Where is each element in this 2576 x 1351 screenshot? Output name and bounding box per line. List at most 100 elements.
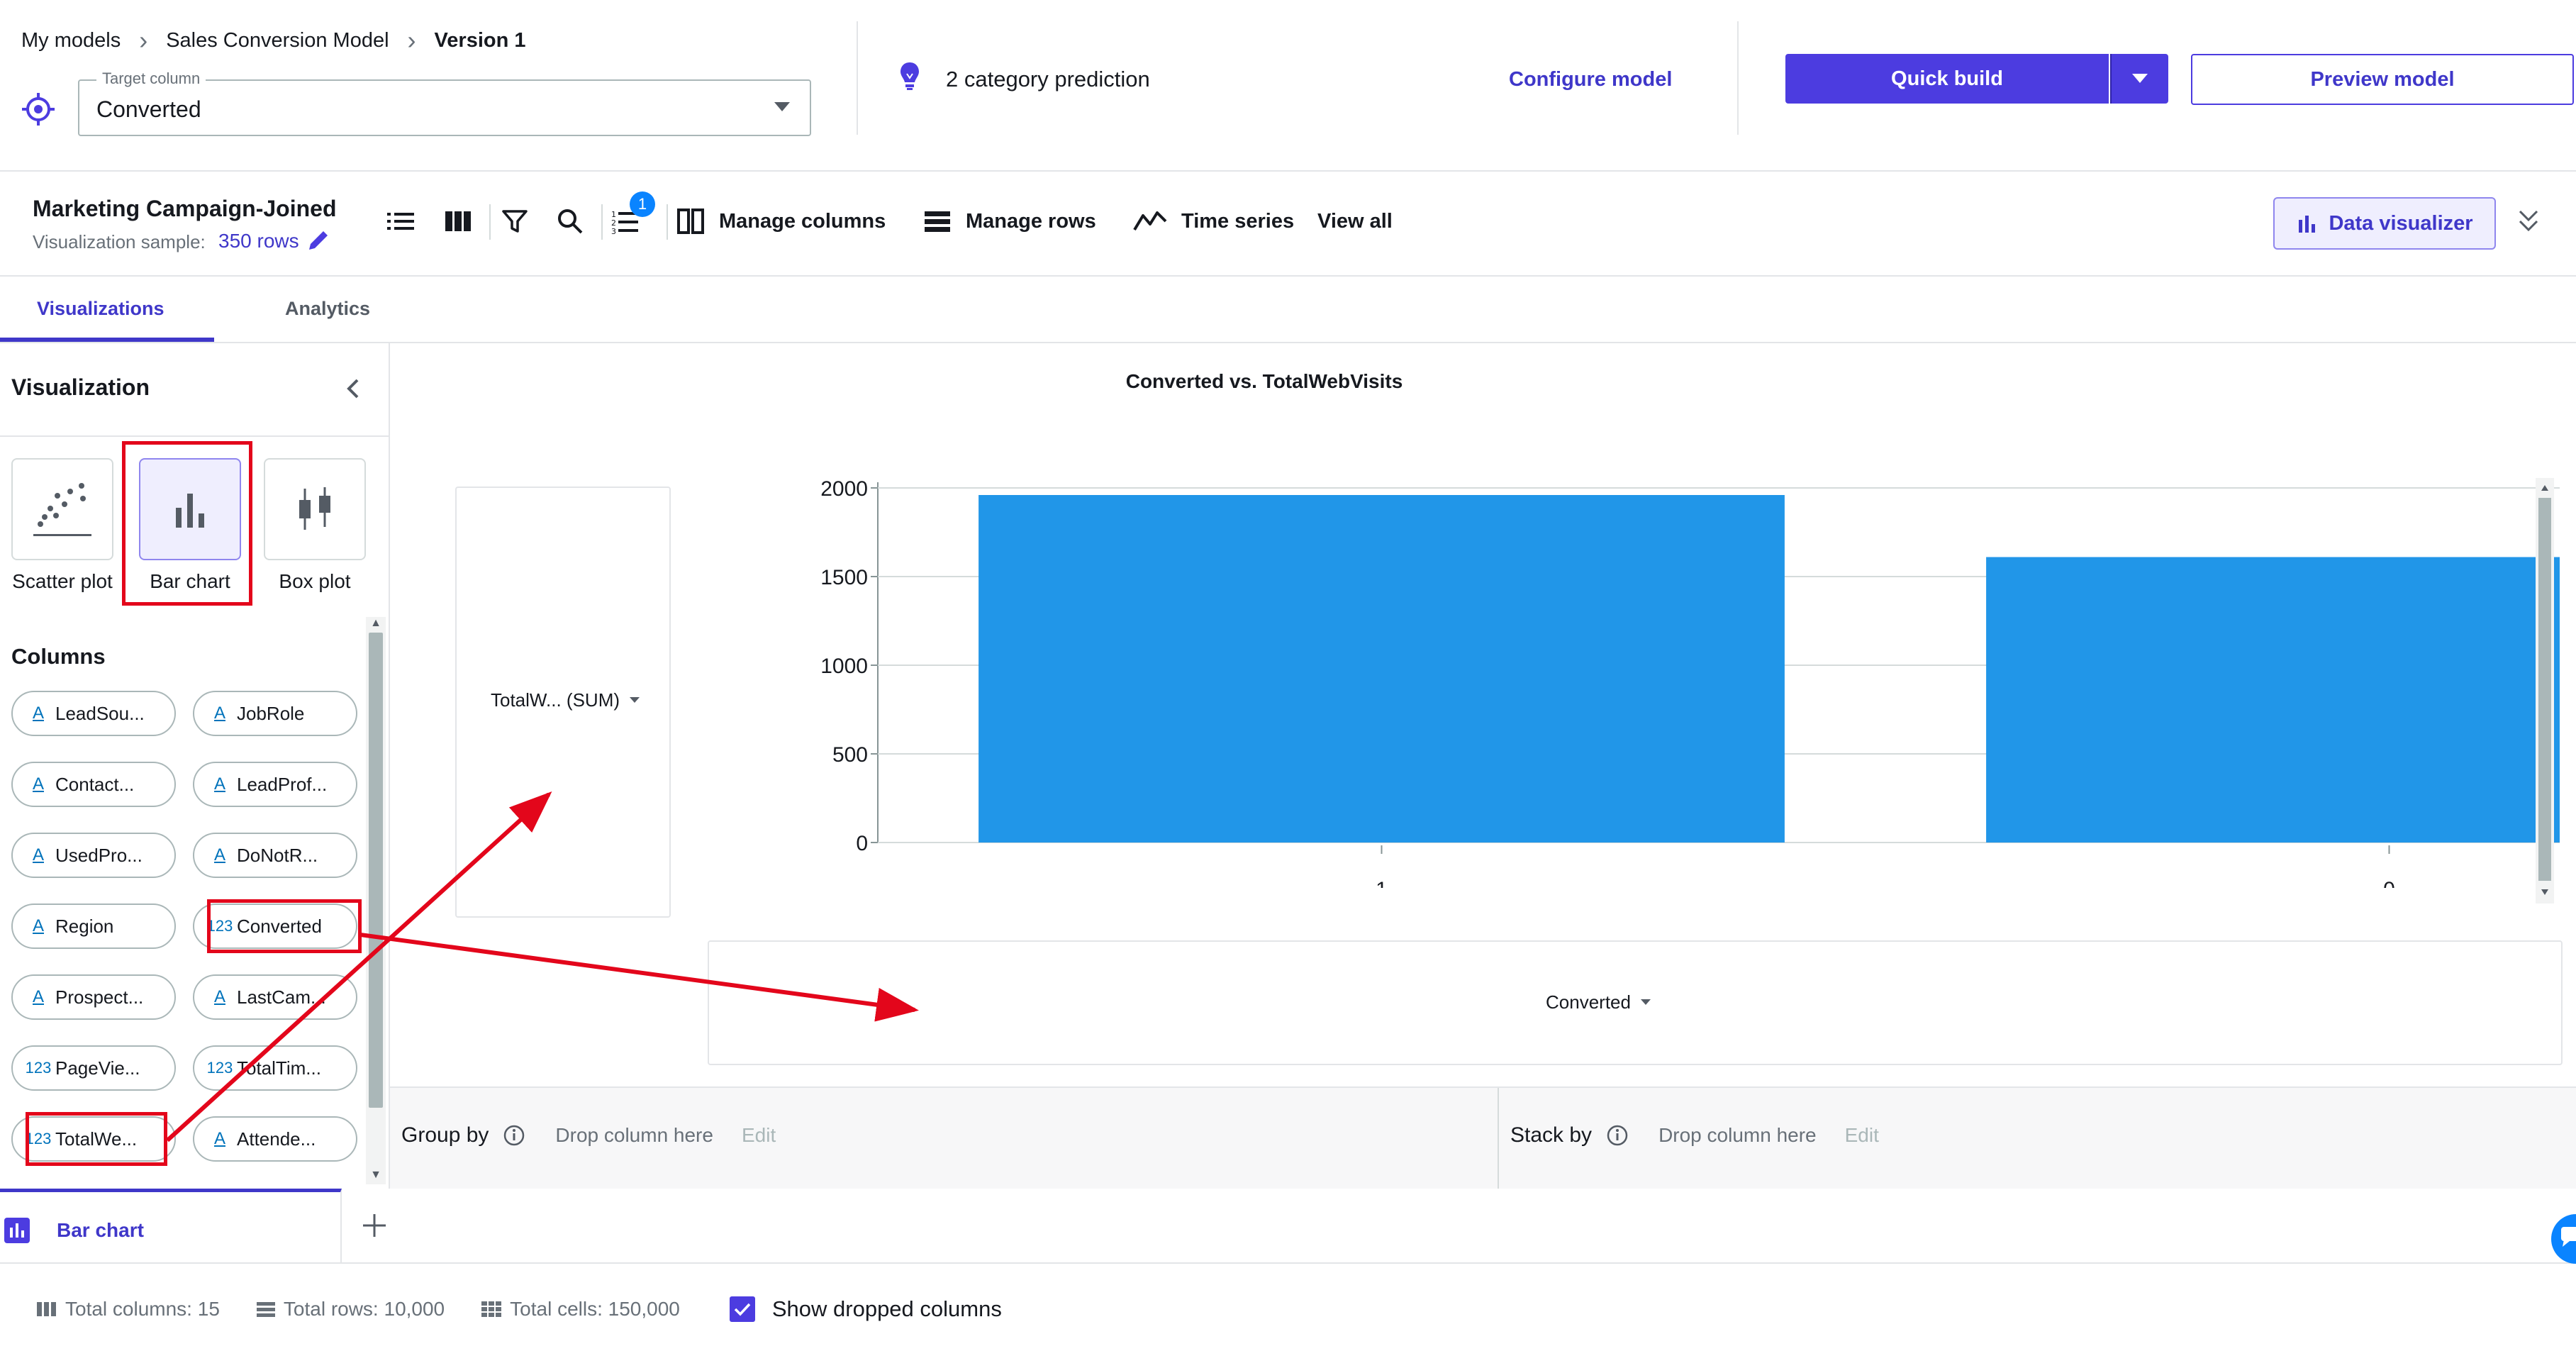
manage-rows-button[interactable]: Manage rows — [923, 207, 1096, 235]
dataset-summary-footer: Total columns: 15 Total rows: 10,000 Tot… — [35, 1296, 1002, 1322]
text-type-icon: A — [213, 845, 225, 864]
breadcrumb-my-models[interactable]: My models — [21, 29, 121, 52]
column-pill[interactable]: A LastCam... — [193, 974, 357, 1020]
total-rows: Total rows: 10,000 — [283, 1298, 445, 1320]
search-icon[interactable] — [556, 207, 584, 235]
caret-down-icon — [1640, 999, 1651, 1006]
caret-down-icon — [630, 697, 640, 704]
annotation-highlight-totalwebvisits — [26, 1112, 167, 1166]
breadcrumb: My models › Sales Conversion Model › Ver… — [21, 26, 526, 55]
group-by-zone[interactable]: Group by Drop column here Edit — [401, 1123, 776, 1147]
quick-build-dropdown[interactable] — [2110, 54, 2168, 104]
lightbulb-icon — [899, 61, 920, 91]
column-pill[interactable]: A DoNotR... — [193, 833, 357, 878]
toolbar-divider — [601, 204, 603, 240]
tab-visualizations[interactable]: Visualizations — [37, 298, 165, 320]
target-column-select[interactable]: Target column Converted — [78, 70, 811, 136]
x-field-selector[interactable]: Converted — [1546, 991, 1651, 1013]
column-pill[interactable]: A JobRole — [193, 691, 357, 736]
add-icon[interactable] — [359, 1210, 390, 1241]
caret-down-icon — [2132, 74, 2148, 84]
chart-scrollbar-thumb[interactable] — [2538, 498, 2551, 881]
y-tick-label: 500 — [832, 743, 868, 767]
text-type-icon: A — [213, 704, 225, 723]
column-name: LeadProf... — [237, 773, 328, 795]
show-dropped-checkbox[interactable] — [729, 1296, 755, 1322]
info-icon[interactable] — [503, 1124, 525, 1147]
group-by-label: Group by — [401, 1123, 489, 1147]
pencil-icon[interactable] — [306, 228, 330, 252]
filter-icon[interactable] — [501, 207, 529, 235]
text-type-icon: A — [32, 916, 44, 935]
bottom-tab-bar-chart[interactable]: Bar chart — [0, 1189, 342, 1262]
sample-size-link[interactable]: 350 rows — [218, 230, 299, 252]
column-pill[interactable]: A LeadProf... — [193, 762, 357, 807]
list-view-icon[interactable] — [387, 209, 416, 234]
visualization-panel: Visualization Scatter plot Bar chart Box… — [0, 343, 390, 1189]
check-icon — [734, 1303, 751, 1316]
annotation-highlight-converted — [207, 899, 362, 953]
active-tab-indicator — [0, 338, 214, 342]
bar[interactable] — [1986, 557, 2560, 843]
preview-model-button[interactable]: Preview model — [2191, 54, 2574, 105]
breadcrumb-model[interactable]: Sales Conversion Model — [166, 29, 389, 52]
column-pill[interactable]: 123 PageVie... — [11, 1045, 176, 1091]
double-chevron-down-icon[interactable] — [2516, 207, 2541, 235]
text-type-icon: A — [213, 987, 225, 1006]
scroll-up-icon[interactable]: ▲ — [369, 617, 383, 630]
column-pill[interactable]: 123 TotalTim... — [193, 1045, 357, 1091]
column-name: Region — [55, 915, 114, 937]
columns-scrollbar[interactable]: ▲ ▼ — [366, 617, 386, 1184]
manage-columns-button[interactable]: Manage columns — [676, 207, 886, 235]
view-all-button[interactable]: View all — [1317, 210, 1393, 233]
column-pill[interactable]: A UsedPro... — [11, 833, 176, 878]
x-axis-drop-zone[interactable]: Converted — [708, 940, 2563, 1065]
panel-divider — [0, 435, 389, 437]
total-cells: Total cells: 150,000 — [510, 1298, 680, 1320]
y-field-selector[interactable]: TotalW... (SUM) — [491, 689, 640, 711]
box-plot-icon — [299, 487, 330, 530]
columns-icon — [676, 207, 705, 235]
group-by-edit[interactable]: Edit — [742, 1124, 776, 1147]
column-pill[interactable]: A Region — [11, 904, 176, 949]
column-pill[interactable]: A Prospect... — [11, 974, 176, 1020]
text-type-icon: A — [32, 845, 44, 864]
stack-by-zone[interactable]: Stack by Drop column here Edit — [1510, 1123, 1879, 1147]
data-visualizer-button[interactable]: Data visualizer — [2273, 197, 2496, 250]
chevron-left-icon[interactable] — [343, 376, 363, 401]
scatter-plot-option[interactable]: Scatter plot — [11, 458, 113, 593]
scatter-plot-icon — [33, 483, 91, 536]
rows-icon — [255, 1300, 277, 1318]
configure-model-link[interactable]: Configure model — [1509, 68, 1672, 91]
stack-by-placeholder: Drop column here — [1658, 1124, 1817, 1146]
text-type-icon: A — [213, 774, 225, 794]
column-name: LeadSou... — [55, 702, 145, 724]
stack-by-edit[interactable]: Edit — [1845, 1124, 1879, 1147]
annotation-highlight-bar-chart — [122, 441, 252, 606]
x-tick-label: 0 — [2383, 878, 2395, 901]
time-series-button[interactable]: Time series — [1133, 207, 1294, 235]
bar[interactable] — [978, 495, 1785, 843]
y-axis-drop-zone[interactable]: TotalW... (SUM) — [455, 487, 671, 918]
visualization-title: Visualization — [11, 374, 150, 400]
box-plot-label: Box plot — [279, 570, 351, 592]
bar-chart-plot: 0 500 1000 1500 2000 1 0 — [820, 477, 2560, 904]
box-plot-option[interactable]: Box plot — [264, 458, 366, 593]
column-name: JobRole — [237, 702, 305, 724]
scrollbar-thumb[interactable] — [369, 633, 383, 1108]
stack-by-label: Stack by — [1510, 1123, 1593, 1147]
column-pill[interactable]: A Attende... — [193, 1116, 357, 1162]
tab-analytics[interactable]: Analytics — [285, 298, 370, 320]
column-pill[interactable]: A Contact... — [11, 762, 176, 807]
chat-icon[interactable] — [2551, 1214, 2576, 1264]
grid-view-icon[interactable] — [444, 209, 472, 234]
quick-build-button[interactable]: Quick build — [1785, 54, 2109, 104]
info-icon[interactable] — [1606, 1124, 1629, 1147]
scroll-down-icon[interactable]: ▼ — [369, 1169, 383, 1182]
toolbar-divider — [489, 204, 491, 240]
chart-title: Converted vs. TotalWebVisits — [1125, 370, 1403, 392]
column-pill[interactable]: A LeadSou... — [11, 691, 176, 736]
zone-divider — [1498, 1088, 1499, 1190]
chart-bars — [978, 495, 2560, 843]
column-name: Prospect... — [55, 986, 144, 1008]
